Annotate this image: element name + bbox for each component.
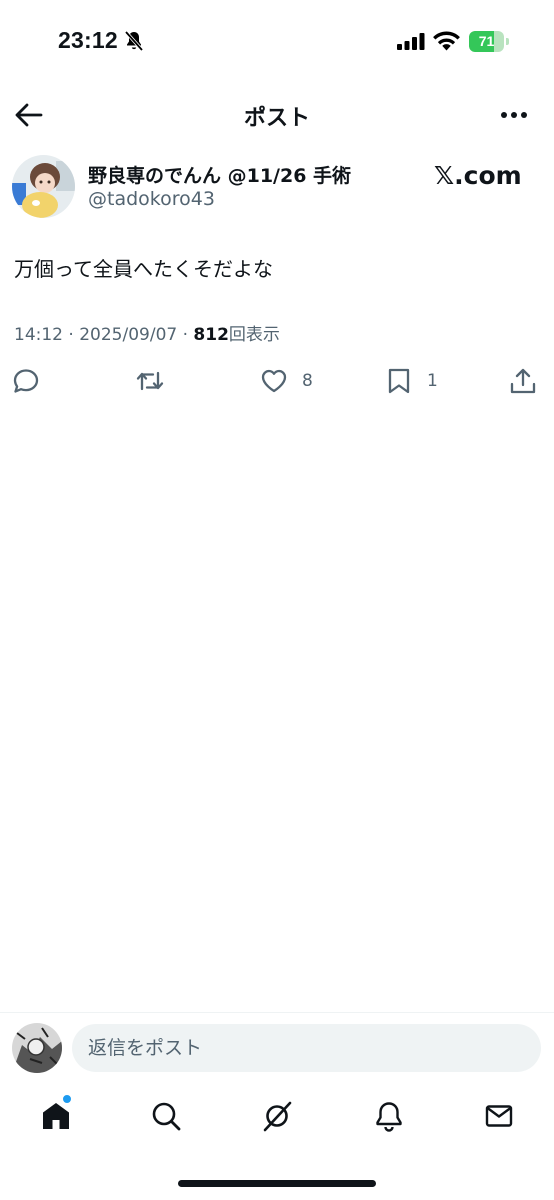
tab-grok[interactable] — [257, 1096, 297, 1136]
my-avatar[interactable] — [12, 1023, 62, 1073]
more-button[interactable] — [494, 98, 534, 132]
post-time: 14:12 — [14, 325, 63, 345]
mail-icon — [485, 1105, 513, 1127]
bookmark-button[interactable]: 1 — [385, 366, 438, 396]
divider — [0, 1012, 554, 1013]
share-button[interactable] — [509, 366, 537, 396]
repost-button[interactable] — [136, 366, 164, 396]
reply-icon — [13, 369, 39, 393]
tab-search[interactable] — [146, 1096, 186, 1136]
my-avatar-image — [12, 1023, 62, 1073]
like-button[interactable]: 8 — [260, 366, 313, 396]
watermark-text: 𝕏.com — [434, 161, 522, 190]
avatar-image — [12, 155, 75, 218]
home-indicator — [178, 1180, 376, 1187]
share-icon — [510, 368, 536, 394]
views-count[interactable]: 812 — [193, 325, 229, 345]
repost-icon — [136, 371, 164, 391]
tab-notifications[interactable] — [369, 1096, 409, 1136]
grok-icon — [263, 1101, 292, 1132]
tab-messages[interactable] — [479, 1096, 519, 1136]
heart-icon — [261, 369, 287, 393]
battery-icon: 71 — [469, 31, 509, 52]
reply-button[interactable] — [12, 366, 40, 396]
bell-icon — [376, 1102, 402, 1132]
like-count: 8 — [302, 371, 313, 391]
top-nav: ポスト — [0, 84, 554, 144]
bell-slash-icon — [124, 30, 144, 52]
signal-icon — [397, 33, 425, 50]
search-icon — [152, 1102, 181, 1131]
wifi-icon — [433, 31, 460, 51]
author-avatar[interactable] — [12, 155, 75, 218]
author-name[interactable]: 野良専のでんん @11/26 手術 — [88, 161, 351, 188]
status-bar: 23:12 71 — [0, 0, 554, 84]
views-label[interactable]: 回表示 — [229, 325, 280, 345]
battery-level: 71 — [478, 33, 495, 49]
home-badge-dot — [62, 1094, 72, 1104]
post-meta: 14:12 · 2025/09/07 · 812回表示 — [14, 320, 280, 345]
post-text: 万個って全員へたくそだよな — [14, 257, 273, 281]
status-time: 23:12 — [58, 27, 118, 53]
author-handle[interactable]: @tadokoro43 — [88, 188, 215, 210]
bookmark-count: 1 — [427, 371, 438, 391]
bookmark-icon — [388, 368, 410, 394]
meta-separator: · — [68, 325, 74, 345]
home-icon — [43, 1103, 69, 1129]
more-horizontal-icon — [501, 112, 527, 118]
page-title: ポスト — [243, 106, 310, 131]
reply-input[interactable]: 返信をポスト — [72, 1024, 541, 1072]
post-date: 2025/09/07 — [79, 325, 178, 345]
meta-separator: · — [182, 325, 189, 345]
x-com-watermark: 𝕏.com — [434, 161, 522, 190]
